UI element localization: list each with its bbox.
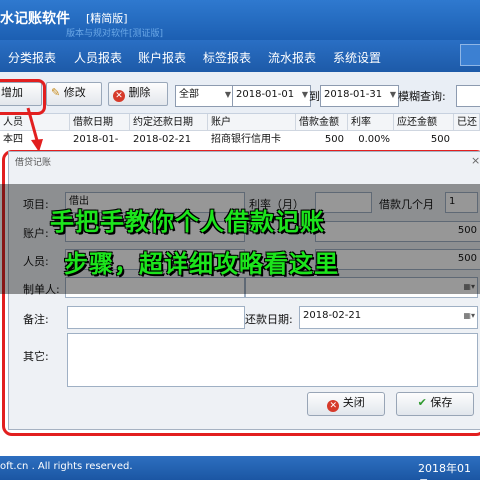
- note-input[interactable]: [67, 306, 245, 329]
- arrow-icon: [26, 107, 43, 152]
- delete-icon: ✕: [113, 90, 125, 102]
- column-header[interactable]: 借款日期: [70, 114, 130, 131]
- save-button-label: 保存: [430, 396, 453, 409]
- table-cell[interactable]: [454, 131, 480, 148]
- date-from-value: 2018-01-01: [236, 89, 295, 100]
- table-cell[interactable]: 2018-02-21: [130, 131, 208, 148]
- calendar-icon: ▼: [389, 90, 396, 99]
- table-cell[interactable]: 500: [296, 131, 348, 148]
- date-to-picker[interactable]: 2018-01-31 ▼: [320, 85, 399, 107]
- status-bar: oft.cn . All rights reserved. 2018年01月: [0, 456, 480, 491]
- menu-category-report[interactable]: 分类报表: [8, 49, 56, 66]
- fuzzy-search-label: 模糊查询:: [398, 90, 446, 103]
- copyright-text: oft.cn . All rights reserved.: [0, 461, 133, 472]
- calendar-icon: ▦▾: [463, 311, 475, 320]
- loan-table: 人员 借款日期 约定还款日期 账户 借款金额 利率 应还金额 已还 本四 201…: [0, 114, 480, 162]
- column-header[interactable]: 已还: [454, 114, 480, 131]
- to-label: 到: [309, 90, 320, 103]
- repay-date-picker[interactable]: 2018-02-21 ▦▾: [299, 306, 478, 329]
- menu-account-report[interactable]: 账户报表: [138, 49, 186, 66]
- note-label: 备注:: [23, 313, 49, 326]
- delete-button[interactable]: ✕ 删除: [108, 82, 168, 106]
- app-edition: [精简版]: [86, 12, 128, 25]
- close-circle-icon: ✕: [327, 400, 340, 412]
- window-control-button[interactable]: [460, 44, 480, 66]
- date-to-value: 2018-01-31: [324, 89, 383, 100]
- other-textarea[interactable]: [67, 333, 478, 387]
- column-header[interactable]: 账户: [208, 114, 296, 131]
- filter-select[interactable]: 全部 ▼: [175, 85, 234, 107]
- edit-button[interactable]: ✎ 修改: [46, 82, 102, 106]
- other-label: 其它:: [23, 350, 49, 363]
- edit-label: 修改: [63, 86, 86, 99]
- toolbar: 增加 ✎ 修改 ✕ 删除 全部 ▼ 2018-01-01 ▼ 到 2018-01…: [0, 72, 480, 114]
- table-cell[interactable]: 招商银行信用卡: [208, 131, 296, 148]
- table-cell[interactable]: 2018-01-21: [70, 131, 130, 162]
- menu-tag-report[interactable]: 标签报表: [203, 49, 251, 66]
- menu-person-report[interactable]: 人员报表: [74, 49, 122, 66]
- fuzzy-search-input[interactable]: [456, 85, 480, 107]
- delete-label: 删除: [128, 86, 151, 99]
- status-date: 2018年01月: [418, 462, 471, 491]
- pencil-icon: ✎: [51, 86, 61, 99]
- calendar-icon: ▼: [301, 90, 308, 99]
- menu-flow-report[interactable]: 流水报表: [268, 49, 316, 66]
- column-header[interactable]: 利率: [348, 114, 394, 131]
- app-title: 水记账软件: [0, 11, 70, 27]
- menu-bar: 分类报表 人员报表 账户报表 标签报表 流水报表 系统设置: [0, 40, 480, 72]
- date-from-picker[interactable]: 2018-01-01 ▼: [232, 85, 311, 107]
- overlay-line-1: 手把手教你个人借款记账: [50, 208, 325, 236]
- overlay-banner: 手把手教你个人借款记账 步骤，超详细攻略看这里: [0, 184, 480, 294]
- close-button[interactable]: ✕ 关闭: [307, 392, 385, 416]
- dialog-title: 借贷记账: [15, 158, 52, 168]
- repay-date-value: 2018-02-21: [303, 310, 362, 321]
- column-header[interactable]: 应还金额: [394, 114, 454, 131]
- column-header[interactable]: 借款金额: [296, 114, 348, 131]
- table-cell[interactable]: 500: [394, 131, 454, 148]
- repay-date-label: 还款日期:: [245, 313, 293, 326]
- save-button[interactable]: ✔ 保存: [396, 392, 474, 416]
- title-bar: 水记账软件 [精简版] 版本与规对软件[测证版]: [0, 0, 480, 40]
- check-icon: ✔: [417, 396, 427, 409]
- overlay-line-2: 步骤，超详细攻略看这里: [64, 250, 339, 278]
- menu-settings[interactable]: 系统设置: [333, 49, 381, 66]
- app-subtitle: 版本与规对软件[测证版]: [66, 29, 164, 39]
- chevron-down-icon: ▼: [224, 90, 231, 99]
- filter-value: 全部: [179, 89, 199, 100]
- close-icon[interactable]: ×: [471, 154, 480, 167]
- column-header[interactable]: 约定还款日期: [130, 114, 208, 131]
- close-button-label: 关闭: [342, 396, 365, 409]
- table-cell[interactable]: 0.00%: [348, 131, 394, 148]
